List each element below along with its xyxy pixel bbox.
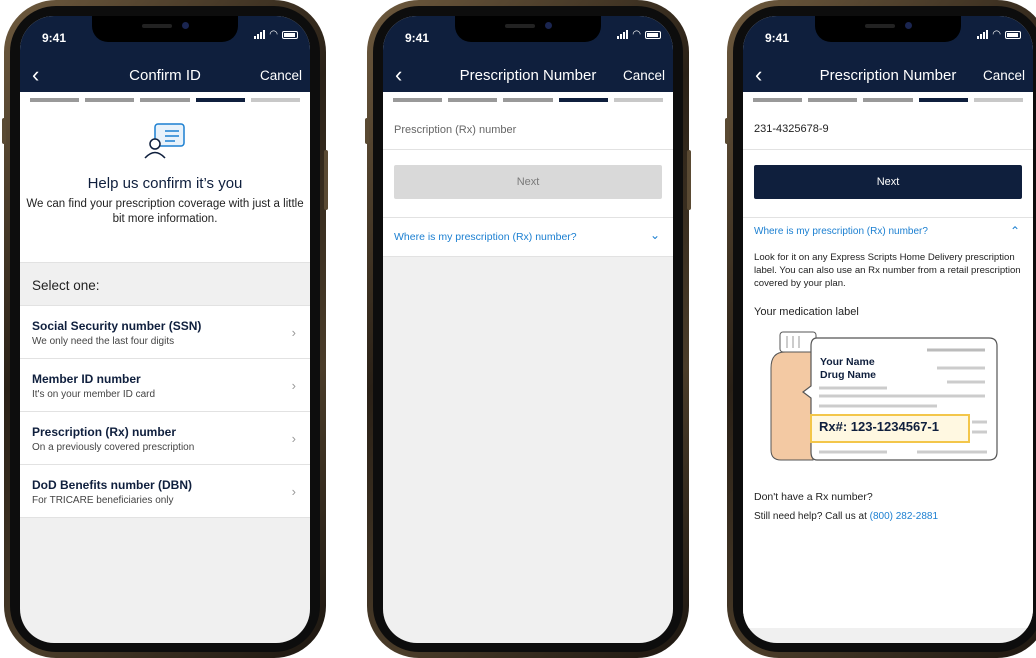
signal-icon bbox=[977, 30, 989, 39]
phone-frame-1: 9:41 ◠ ‹ Confirm ID Cancel Help us confi… bbox=[2, 0, 328, 658]
select-label: Select one: bbox=[32, 278, 100, 293]
status-time: 9:41 bbox=[42, 31, 67, 45]
mute-switch bbox=[725, 118, 729, 144]
chevron-right-icon: › bbox=[291, 378, 296, 393]
options-list: Social Security number (SSN) We only nee… bbox=[20, 306, 310, 518]
form-section: 231-4325678-9 Next bbox=[743, 109, 1033, 218]
rx-input[interactable]: 231-4325678-9 bbox=[743, 109, 1033, 150]
chevron-right-icon: › bbox=[291, 431, 296, 446]
intro-section: Help us confirm it’s you We can find you… bbox=[20, 109, 310, 262]
notch bbox=[815, 16, 961, 42]
signal-icon bbox=[254, 30, 266, 39]
call-help: Still need help? Call us at (800) 282-28… bbox=[754, 511, 938, 522]
rx-input-value: 231-4325678-9 bbox=[754, 123, 829, 135]
screen-confirm-id: 9:41 ◠ ‹ Confirm ID Cancel Help us confi… bbox=[20, 16, 310, 643]
option-title: DoD Benefits number (DBN) bbox=[32, 478, 193, 492]
phone-frame-2: 9:41 ◠ ‹ Prescription Number Cancel Pres… bbox=[365, 0, 691, 658]
help-expanded: Where is my prescription (Rx) number? ⌃ … bbox=[743, 218, 1033, 628]
power-button bbox=[324, 150, 328, 210]
cancel-button[interactable]: Cancel bbox=[260, 68, 302, 83]
help-link[interactable]: Where is my prescription (Rx) number? bbox=[754, 226, 928, 237]
option-title: Member ID number bbox=[32, 372, 141, 386]
battery-icon bbox=[282, 30, 298, 39]
label-name: Your Name bbox=[820, 356, 875, 368]
screen-prescription-empty: 9:41 ◠ ‹ Prescription Number Cancel Pres… bbox=[383, 16, 673, 643]
status-bar: 9:41 ◠ bbox=[743, 16, 1033, 58]
subtext: We can find your prescription coverage w… bbox=[26, 198, 304, 225]
no-rx-text: Don't have a Rx number? bbox=[754, 491, 873, 503]
option-member-id[interactable]: Member ID number It's on your member ID … bbox=[20, 359, 310, 412]
status-time: 9:41 bbox=[405, 31, 430, 45]
pill-bottle-icon bbox=[770, 331, 998, 461]
nav-bar: ‹ Confirm ID Cancel bbox=[20, 58, 310, 92]
help-link[interactable]: Where is my prescription (Rx) number? bbox=[394, 231, 577, 243]
power-button bbox=[687, 150, 691, 210]
option-subtitle: We only need the last four digits bbox=[32, 336, 175, 347]
label-rx-number: Rx#: 123-1234567-1 bbox=[819, 419, 939, 434]
battery-icon bbox=[645, 30, 661, 39]
id-card-person-icon bbox=[144, 123, 185, 159]
wifi-icon: ◠ bbox=[992, 29, 1001, 40]
help-text: Look for it on any Express Scripts Home … bbox=[754, 252, 1021, 289]
status-bar: 9:41 ◠ bbox=[20, 16, 310, 58]
option-subtitle: For TRICARE beneficiaries only bbox=[32, 495, 174, 506]
notch bbox=[455, 16, 601, 42]
status-bar: 9:41 ◠ bbox=[383, 16, 673, 58]
progress-indicator bbox=[383, 92, 673, 109]
nav-bar: ‹ Prescription Number Cancel bbox=[743, 58, 1033, 92]
medication-label-illustration: Your Name Drug Name Rx#: 123-1234567-1 bbox=[767, 328, 999, 470]
next-button[interactable]: Next bbox=[394, 165, 662, 199]
cancel-button[interactable]: Cancel bbox=[623, 68, 665, 83]
option-title: Social Security number (SSN) bbox=[32, 319, 202, 333]
help-accordion[interactable]: Where is my prescription (Rx) number? ⌄ bbox=[383, 218, 673, 257]
heading: Help us confirm it’s you bbox=[87, 175, 243, 192]
notch bbox=[92, 16, 238, 42]
label-drug: Drug Name bbox=[820, 369, 877, 381]
rx-input[interactable]: Prescription (Rx) number bbox=[383, 109, 673, 150]
phone-frame-3: 9:41 ◠ ‹ Prescription Number Cancel 231-… bbox=[725, 0, 1036, 658]
option-title: Prescription (Rx) number bbox=[32, 425, 177, 439]
option-rx-number[interactable]: Prescription (Rx) number On a previously… bbox=[20, 412, 310, 465]
rx-input-placeholder: Prescription (Rx) number bbox=[394, 124, 517, 136]
label-heading: Your medication label bbox=[754, 306, 859, 318]
phone-link[interactable]: (800) 282-2881 bbox=[870, 511, 938, 522]
next-button[interactable]: Next bbox=[754, 165, 1022, 199]
chevron-up-icon[interactable]: ⌃ bbox=[1010, 224, 1020, 238]
signal-icon bbox=[617, 30, 629, 39]
form-section: Prescription (Rx) number Next bbox=[383, 109, 673, 218]
chevron-down-icon[interactable]: ⌄ bbox=[650, 228, 660, 242]
progress-indicator bbox=[20, 92, 310, 109]
select-header: Select one: bbox=[20, 262, 310, 306]
option-ssn[interactable]: Social Security number (SSN) We only nee… bbox=[20, 306, 310, 359]
chevron-right-icon: › bbox=[291, 484, 296, 499]
call-help-prefix: Still need help? Call us at bbox=[754, 511, 870, 522]
mute-switch bbox=[365, 118, 369, 144]
cancel-button[interactable]: Cancel bbox=[983, 68, 1025, 83]
screen-prescription-filled: 9:41 ◠ ‹ Prescription Number Cancel 231-… bbox=[743, 16, 1033, 643]
nav-bar: ‹ Prescription Number Cancel bbox=[383, 58, 673, 92]
option-dbn[interactable]: DoD Benefits number (DBN) For TRICARE be… bbox=[20, 465, 310, 518]
option-subtitle: On a previously covered prescription bbox=[32, 442, 195, 453]
wifi-icon: ◠ bbox=[632, 29, 641, 40]
option-subtitle: It's on your member ID card bbox=[32, 389, 156, 400]
battery-icon bbox=[1005, 30, 1021, 39]
progress-indicator bbox=[743, 92, 1033, 109]
wifi-icon: ◠ bbox=[269, 29, 278, 40]
chevron-right-icon: › bbox=[291, 325, 296, 340]
mute-switch bbox=[2, 118, 6, 144]
status-time: 9:41 bbox=[765, 31, 790, 45]
